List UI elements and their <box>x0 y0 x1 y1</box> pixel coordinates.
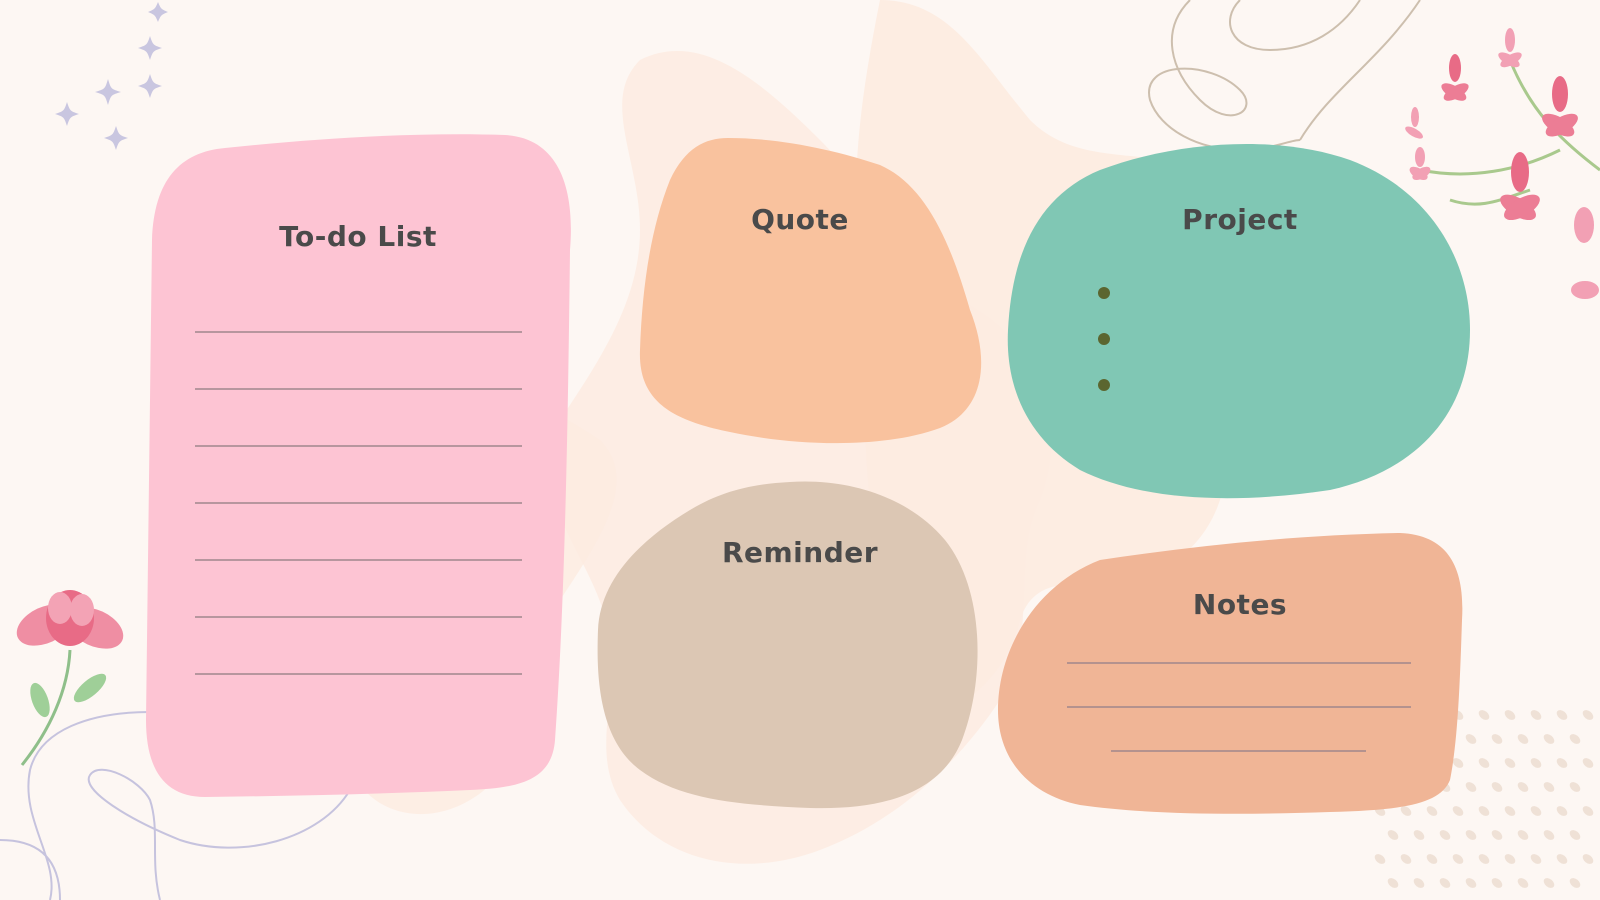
sparkle-2 <box>138 36 162 60</box>
project-bullet <box>1098 379 1110 391</box>
todo-title: To-do List <box>279 220 437 253</box>
flower-petal-4 <box>48 592 72 624</box>
reminder-title: Reminder <box>721 536 879 569</box>
sparkle-4 <box>95 79 121 105</box>
pattern-dot <box>1517 734 1529 744</box>
blossom-3 <box>1542 76 1578 137</box>
blossom-1 <box>1498 28 1522 68</box>
pattern-dot <box>1569 878 1581 888</box>
pattern-dot <box>1504 854 1516 864</box>
pattern-dot <box>1491 878 1503 888</box>
pattern-dot <box>1413 830 1425 840</box>
pattern-dot <box>1582 710 1594 720</box>
project-bullet <box>1098 287 1110 299</box>
pattern-dot <box>1517 878 1529 888</box>
pattern-dot <box>1491 830 1503 840</box>
pattern-dot <box>1452 854 1464 864</box>
flower-petal-5 <box>70 594 94 626</box>
blossom-2 <box>1441 54 1469 101</box>
pattern-dot <box>1556 758 1568 768</box>
project-bullet <box>1098 333 1110 345</box>
pattern-dot <box>1439 878 1451 888</box>
pattern-dot <box>1530 806 1542 816</box>
project-card-shape <box>1007 143 1470 499</box>
pattern-dot <box>1569 830 1581 840</box>
pattern-dot <box>1530 854 1542 864</box>
planner-canvas: To-do List Quote Project Reminder Notes <box>0 0 1600 900</box>
quote-title: Quote <box>751 203 849 236</box>
sparkle-6 <box>104 126 128 150</box>
pattern-dot <box>1374 854 1386 864</box>
pink-flower-icon <box>16 590 124 766</box>
pattern-dot <box>1426 854 1438 864</box>
pattern-dot <box>1478 710 1490 720</box>
flower-leaf-2 <box>73 673 107 703</box>
pattern-dot <box>1387 878 1399 888</box>
pattern-dot <box>1465 734 1477 744</box>
pattern-dot <box>1491 782 1503 792</box>
pattern-dot <box>1452 806 1464 816</box>
pattern-dot <box>1569 782 1581 792</box>
pattern-dot <box>1413 878 1425 888</box>
pattern-dot <box>1582 854 1594 864</box>
sparkle-cluster-icon <box>55 2 168 150</box>
pattern-dot <box>1478 806 1490 816</box>
squiggle-top-right <box>1148 0 1421 152</box>
blossom-8 <box>1405 107 1423 139</box>
blossom-4 <box>1500 152 1540 221</box>
sparkle-3 <box>138 74 162 98</box>
flower-leaf-1 <box>30 682 50 718</box>
pattern-dot <box>1517 782 1529 792</box>
blossom-6 <box>1574 207 1594 243</box>
pattern-dot <box>1582 758 1594 768</box>
pattern-dot <box>1465 878 1477 888</box>
blossom-5 <box>1409 147 1431 181</box>
blossom-7 <box>1571 281 1599 299</box>
pattern-dot <box>1543 878 1555 888</box>
planner-svg <box>0 0 1600 900</box>
pattern-dot <box>1543 782 1555 792</box>
pattern-dot <box>1530 758 1542 768</box>
pattern-dot <box>1556 806 1568 816</box>
pattern-dot <box>1504 710 1516 720</box>
pattern-dot <box>1556 710 1568 720</box>
pattern-dot <box>1426 806 1438 816</box>
pattern-dot <box>1478 758 1490 768</box>
pattern-dot <box>1530 710 1542 720</box>
sparkle-5 <box>55 102 79 126</box>
pattern-dot <box>1543 734 1555 744</box>
pattern-dot <box>1543 830 1555 840</box>
pattern-dot <box>1556 854 1568 864</box>
pattern-dot <box>1504 806 1516 816</box>
pattern-dot <box>1478 854 1490 864</box>
pattern-dot <box>1491 734 1503 744</box>
pattern-dot <box>1517 830 1529 840</box>
pattern-dot <box>1439 830 1451 840</box>
pattern-dot <box>1465 830 1477 840</box>
pattern-dot <box>1400 854 1412 864</box>
pattern-dot <box>1387 830 1399 840</box>
sparkle-1 <box>148 2 168 22</box>
pattern-dot <box>1504 758 1516 768</box>
notes-title: Notes <box>1192 588 1288 621</box>
pattern-dot <box>1582 806 1594 816</box>
pattern-dot <box>1465 782 1477 792</box>
pattern-dot <box>1569 734 1581 744</box>
project-title: Project <box>1182 203 1298 236</box>
